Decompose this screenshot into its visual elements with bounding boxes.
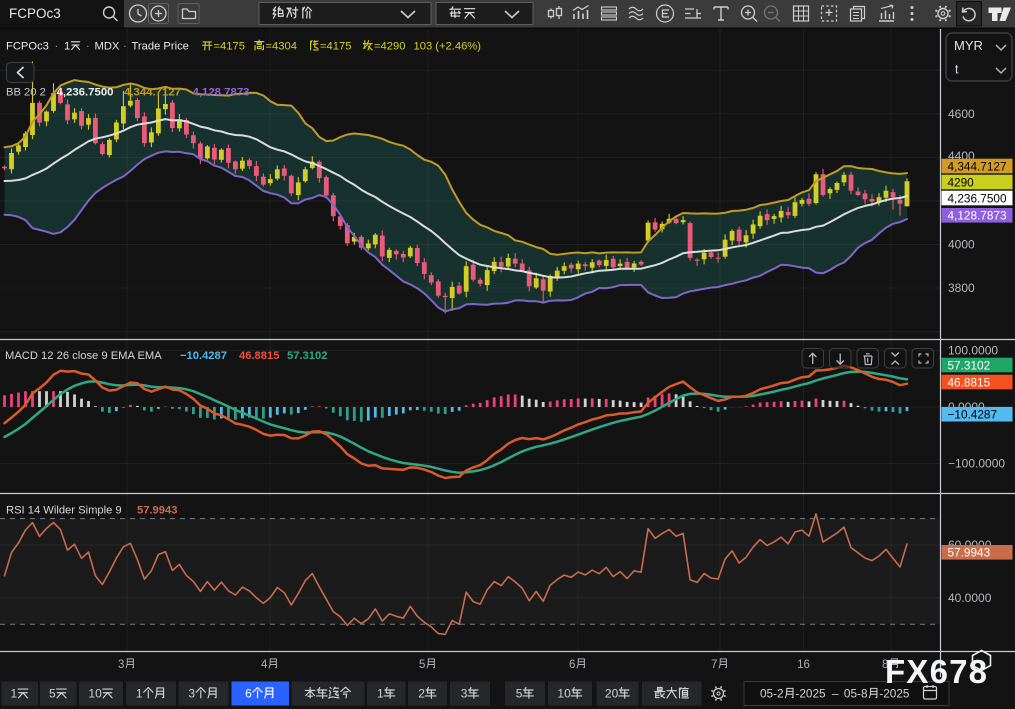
svg-text:0: 0 — [95, 687, 102, 701]
svg-text:100.0000: 100.0000 — [948, 344, 998, 358]
svg-text:5: 5 — [419, 659, 425, 671]
svg-text:·: · — [55, 41, 59, 53]
svg-text:1: 1 — [11, 687, 18, 701]
svg-text:1: 1 — [136, 687, 143, 701]
svg-text:57.3102: 57.3102 — [287, 350, 327, 362]
svg-text:−10.4287: −10.4287 — [180, 350, 227, 362]
svg-text:2: 2 — [418, 687, 425, 701]
svg-text:4290: 4290 — [948, 175, 975, 189]
svg-text:MDX: MDX — [95, 41, 120, 53]
svg-text:=4175: =4175 — [320, 41, 351, 53]
svg-text:-2025: -2025 — [795, 687, 826, 701]
svg-text:40.0000: 40.0000 — [948, 591, 992, 605]
svg-text:3: 3 — [118, 659, 124, 671]
svg-text:BB 20 2: BB 20 2 — [6, 87, 46, 99]
svg-text:3: 3 — [188, 687, 195, 701]
svg-text:4,344.7127: 4,344.7127 — [124, 87, 181, 99]
svg-text:4000: 4000 — [948, 238, 975, 252]
svg-text:103 (+2.46%): 103 (+2.46%) — [414, 41, 482, 53]
svg-text:1: 1 — [377, 687, 384, 701]
svg-text:46.8815: 46.8815 — [948, 375, 991, 389]
svg-text:16: 16 — [797, 659, 810, 671]
svg-text:5: 5 — [49, 687, 56, 701]
svg-text:MACD 12 26 close 9 EMA EMA: MACD 12 26 close 9 EMA EMA — [5, 350, 162, 362]
svg-text:4,344.7127: 4,344.7127 — [948, 159, 1007, 173]
svg-text:FCPOc3: FCPOc3 — [6, 41, 49, 53]
svg-text:5: 5 — [516, 687, 523, 701]
svg-text:=4290: =4290 — [374, 41, 405, 53]
svg-text:0: 0 — [564, 687, 571, 701]
svg-text:–: – — [832, 687, 839, 701]
svg-text:−10.4287: −10.4287 — [948, 408, 998, 422]
svg-text:05-8: 05-8 — [844, 687, 868, 701]
svg-text:RSI 14 Wilder Simple 9: RSI 14 Wilder Simple 9 — [6, 505, 122, 517]
svg-text:05-2: 05-2 — [760, 687, 784, 701]
svg-text:4,236.7500: 4,236.7500 — [57, 87, 114, 99]
svg-text:6: 6 — [569, 659, 575, 671]
svg-text:Trade Price: Trade Price — [132, 41, 189, 53]
svg-text:·: · — [86, 41, 90, 53]
svg-text:−100.0000: −100.0000 — [948, 457, 1005, 471]
svg-text:4600: 4600 — [948, 107, 975, 121]
svg-text:=4175: =4175 — [214, 41, 245, 53]
svg-text:6: 6 — [245, 687, 252, 701]
svg-text:4,128.7873: 4,128.7873 — [193, 87, 250, 99]
svg-text:t: t — [955, 63, 959, 77]
svg-text:4,128.7873: 4,128.7873 — [948, 209, 1007, 223]
svg-text:46.8815: 46.8815 — [239, 350, 279, 362]
svg-text:57.3102: 57.3102 — [948, 358, 991, 372]
svg-text:4,236.7500: 4,236.7500 — [948, 191, 1007, 205]
svg-text:4: 4 — [261, 659, 268, 671]
svg-text:1: 1 — [64, 41, 70, 53]
svg-text:MYR: MYR — [954, 38, 983, 53]
svg-text:57.9943: 57.9943 — [137, 505, 177, 517]
svg-text:FCPOc3: FCPOc3 — [9, 6, 61, 21]
svg-text:0: 0 — [612, 687, 619, 701]
svg-text:57.9943: 57.9943 — [948, 546, 991, 560]
svg-text:·: · — [123, 41, 127, 53]
svg-text:3: 3 — [461, 687, 468, 701]
svg-text:=4304: =4304 — [266, 41, 297, 53]
svg-text:7: 7 — [711, 659, 717, 671]
svg-text:3800: 3800 — [948, 281, 975, 295]
